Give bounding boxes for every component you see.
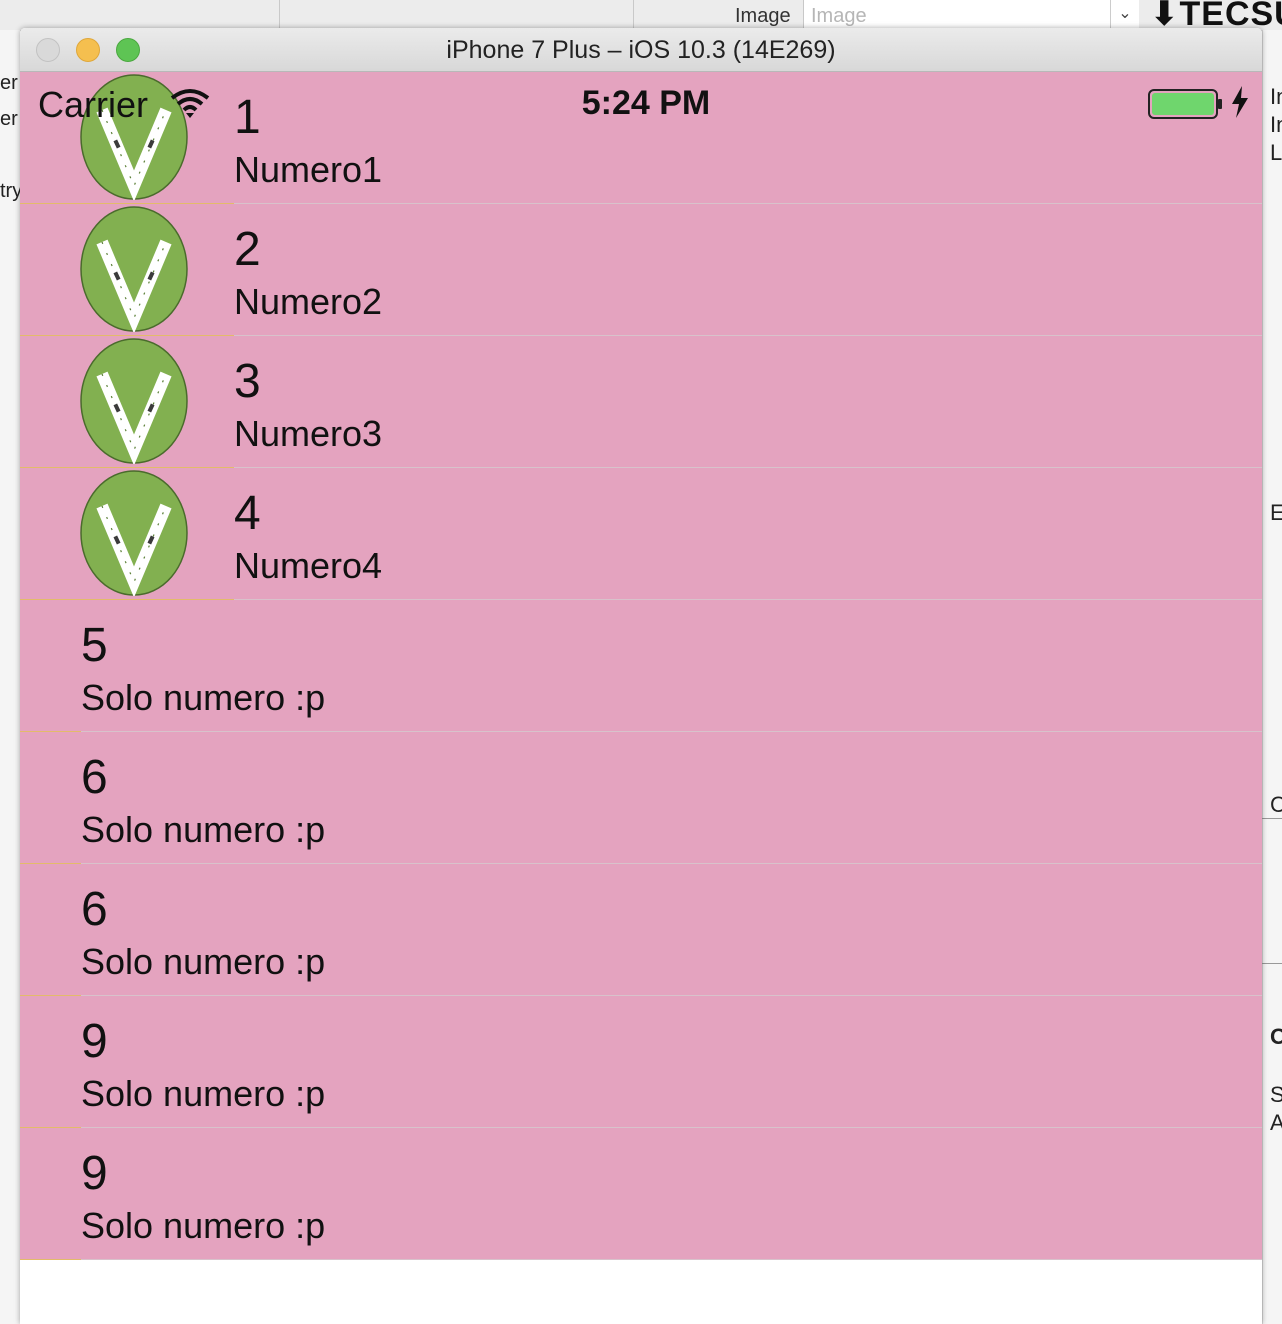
green-v-logo-icon xyxy=(80,470,188,596)
row-subtitle-label: Numero4 xyxy=(234,545,383,586)
right-panel-text: In xyxy=(1270,84,1282,109)
xcode-toolbar: Image Image ⌄ ⬇TECSU xyxy=(0,0,1282,33)
toolbar-divider xyxy=(279,0,280,30)
green-v-logo-icon xyxy=(80,206,188,332)
battery-icon xyxy=(1148,89,1222,119)
left-panel-text: er xyxy=(0,72,18,94)
row-subtitle-label: Solo numero :p xyxy=(81,941,326,982)
window-title: iPhone 7 Plus – iOS 10.3 (14E269) xyxy=(446,36,836,64)
right-panel-text: In xyxy=(1270,112,1282,137)
charging-bolt-icon xyxy=(1232,86,1248,118)
table-row[interactable]: 4 Numero4 xyxy=(20,468,1262,600)
row-subtitle-label: Solo numero :p xyxy=(81,1205,326,1246)
row-number-label: 2 xyxy=(234,223,261,276)
row-subtitle-label: Solo numero :p xyxy=(81,809,326,850)
image-name-placeholder: Image xyxy=(811,5,867,27)
table-row[interactable]: 9 Solo numero :p xyxy=(20,1128,1262,1260)
image-property-label: Image xyxy=(735,5,791,27)
row-number-label: 3 xyxy=(234,355,261,408)
row-number-label: 9 xyxy=(81,1147,108,1200)
row-subtitle-label: Numero3 xyxy=(234,413,383,454)
green-v-logo-icon xyxy=(80,338,188,464)
table-row[interactable]: 9 Solo numero :p xyxy=(20,996,1262,1128)
table-row[interactable]: 6 Solo numero :p xyxy=(20,864,1262,996)
table-row[interactable]: 3 Numero3 xyxy=(20,336,1262,468)
row-number-label: 6 xyxy=(81,883,108,936)
chevron-down-icon[interactable]: ⌄ xyxy=(1110,0,1139,28)
table-view[interactable]: 1 Numero1 2 Numero2 3 Numero3 4 Numero4 5 Solo nu… xyxy=(20,72,1262,1260)
left-panel-text: try xyxy=(0,180,20,202)
right-panel-divider xyxy=(1262,818,1282,819)
status-bar: Carrier 5:24 PM xyxy=(20,72,1262,132)
image-name-field[interactable]: Image xyxy=(803,0,1139,30)
row-number-label: 9 xyxy=(81,1015,108,1068)
right-panel-text: S xyxy=(1270,1082,1282,1107)
table-row[interactable]: 6 Solo numero :p xyxy=(20,732,1262,864)
row-subtitle-label: Solo numero :p xyxy=(81,677,326,718)
left-panel-text: er xyxy=(0,108,18,130)
row-number-label: 6 xyxy=(81,751,108,804)
row-subtitle-label: Numero1 xyxy=(234,149,383,190)
simulator-window: iPhone 7 Plus – iOS 10.3 (14E269) 1 Numer… xyxy=(20,28,1262,1324)
right-panel-text: L xyxy=(1270,140,1282,165)
row-number-label: 5 xyxy=(81,619,108,672)
right-panel-divider xyxy=(1262,963,1282,964)
window-titlebar[interactable]: iPhone 7 Plus – iOS 10.3 (14E269) xyxy=(20,28,1262,72)
right-panel-text: E xyxy=(1270,500,1282,525)
status-time: 5:24 PM xyxy=(581,84,711,122)
row-subtitle-label: Solo numero :p xyxy=(81,1073,326,1114)
ios-screen: 1 Numero1 2 Numero2 3 Numero3 4 Numero4 5 Solo nu… xyxy=(20,72,1262,1324)
toolbar-divider xyxy=(633,0,634,30)
row-separator xyxy=(20,1259,81,1260)
row-separator xyxy=(81,1259,1262,1260)
table-row[interactable]: 5 Solo numero :p xyxy=(20,600,1262,732)
right-panel-text: A xyxy=(1270,1110,1282,1135)
right-panel-text: OM xyxy=(1270,1024,1282,1049)
table-row[interactable]: 2 Numero2 xyxy=(20,204,1262,336)
left-inspector-panel xyxy=(0,30,20,1324)
right-panel-text: C xyxy=(1270,792,1282,817)
row-subtitle-label: Numero2 xyxy=(234,281,383,322)
row-number-label: 4 xyxy=(234,487,261,540)
